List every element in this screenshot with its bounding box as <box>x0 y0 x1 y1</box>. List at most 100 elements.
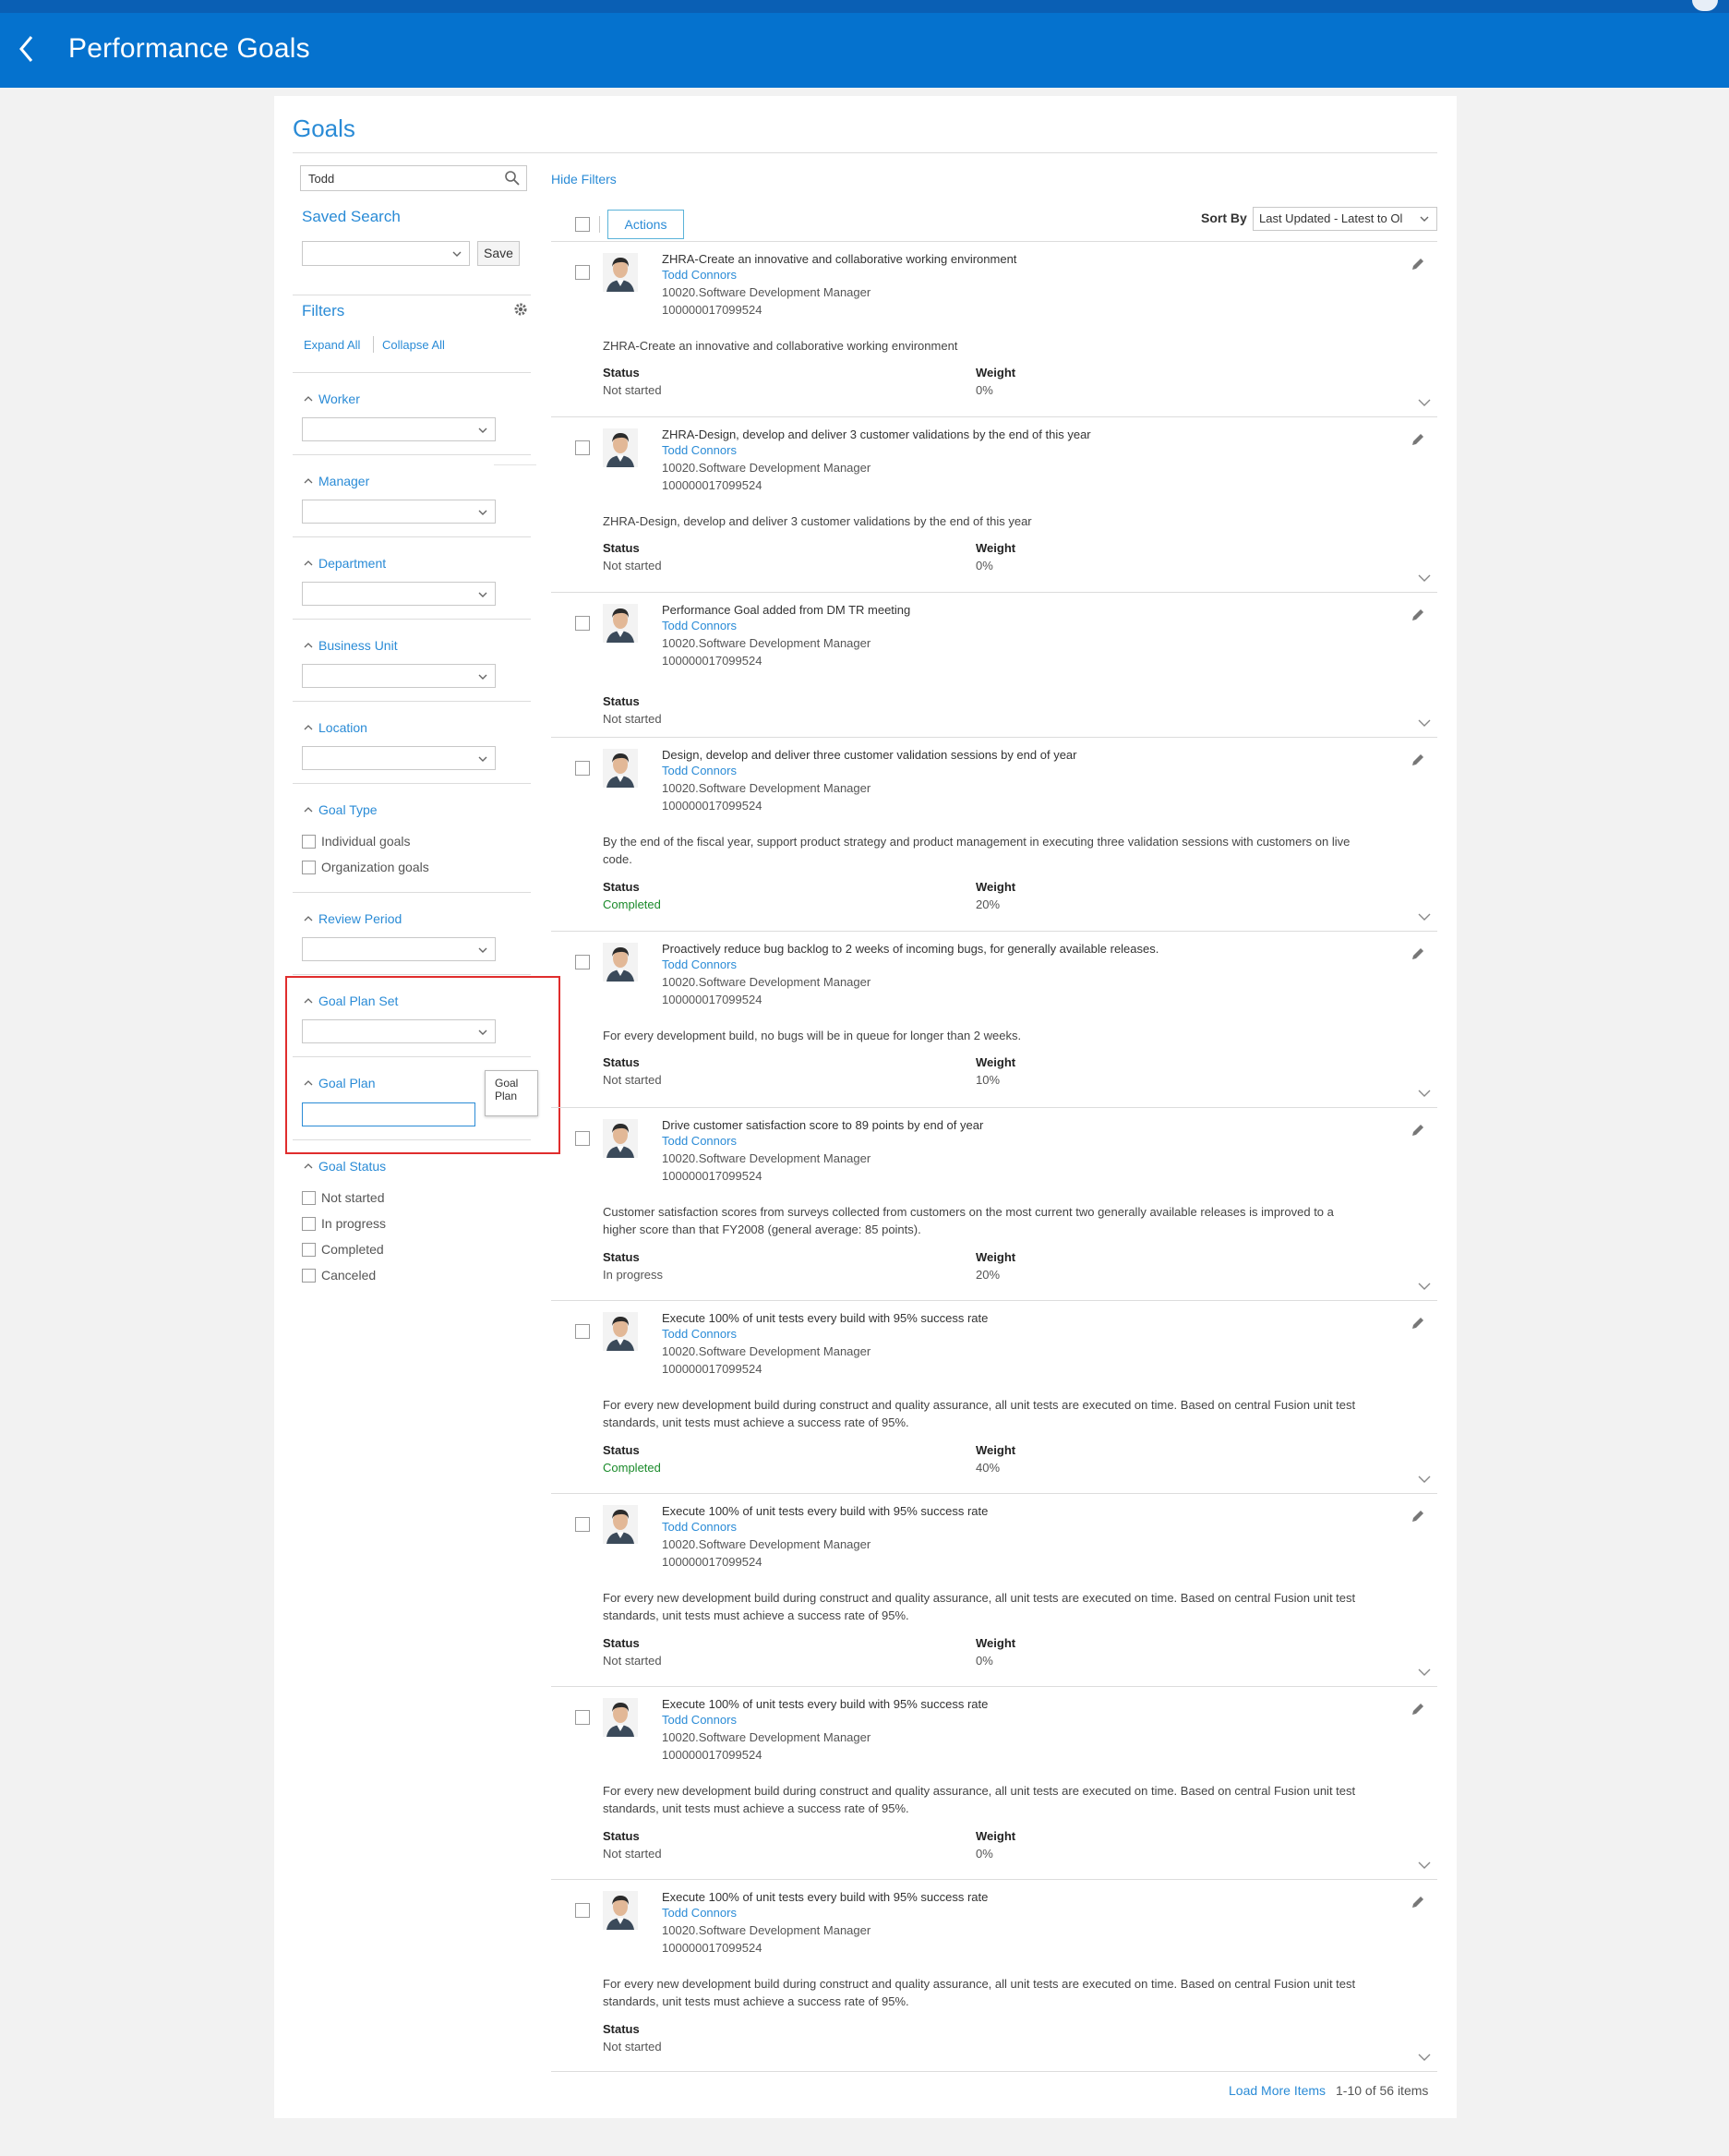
back-arrow-icon[interactable] <box>17 33 39 65</box>
goal-checkbox[interactable] <box>575 1131 590 1146</box>
goal-plan-input[interactable] <box>302 1102 475 1126</box>
goal-type-option[interactable]: Organization goals <box>302 860 429 874</box>
pencil-icon[interactable] <box>1410 431 1426 448</box>
filter-goal-status[interactable]: Goal Status <box>304 1159 386 1174</box>
goal-title: Execute 100% of unit tests every build w… <box>662 1890 989 1904</box>
weight-label: Weight <box>976 1636 1016 1650</box>
filter-goal-type[interactable]: Goal Type <box>304 802 378 817</box>
worker-id: 100000017099524 <box>662 654 762 668</box>
search-icon[interactable] <box>504 170 521 187</box>
worker-link[interactable]: Todd Connors <box>662 619 737 632</box>
avatar <box>603 1891 638 1930</box>
checkbox[interactable] <box>302 1217 316 1231</box>
filter-location[interactable]: Location <box>304 720 367 735</box>
status-label: Status <box>603 1443 640 1457</box>
page-header: Performance Goals <box>0 13 1729 88</box>
avatar <box>603 943 638 982</box>
goal-status-option[interactable]: Not started <box>302 1190 384 1205</box>
department-select[interactable] <box>302 582 496 606</box>
worker-link[interactable]: Todd Connors <box>662 1520 737 1534</box>
save-button[interactable]: Save <box>477 241 520 266</box>
worker-link[interactable]: Todd Connors <box>662 1713 737 1727</box>
chevron-down-icon[interactable] <box>1417 1088 1432 1099</box>
worker-link[interactable]: Todd Connors <box>662 1327 737 1341</box>
checkbox[interactable] <box>302 1191 316 1205</box>
goal-status-option[interactable]: Completed <box>302 1242 384 1257</box>
worker-link[interactable]: Todd Connors <box>662 1134 737 1148</box>
page-title: Performance Goals <box>68 33 310 64</box>
checkbox[interactable] <box>302 861 316 874</box>
goal-checkbox[interactable] <box>575 616 590 631</box>
goal-title: Execute 100% of unit tests every build w… <box>662 1697 989 1711</box>
filter-review-period[interactable]: Review Period <box>304 911 402 926</box>
filter-business-unit[interactable]: Business Unit <box>304 638 398 653</box>
worker-link[interactable]: Todd Connors <box>662 764 737 777</box>
goal-status-option[interactable]: Canceled <box>302 1268 376 1283</box>
search-input[interactable] <box>301 166 495 190</box>
goal-checkbox[interactable] <box>575 1517 590 1532</box>
divider <box>373 336 374 353</box>
pencil-icon[interactable] <box>1410 1315 1426 1331</box>
goal-checkbox[interactable] <box>575 761 590 776</box>
checkbox[interactable] <box>302 1269 316 1283</box>
worker-select[interactable] <box>302 417 496 441</box>
goal-checkbox[interactable] <box>575 265 590 280</box>
saved-search-select[interactable] <box>302 241 470 266</box>
pencil-icon[interactable] <box>1410 607 1426 623</box>
chevron-down-icon[interactable] <box>1417 717 1432 729</box>
worker-link[interactable]: Todd Connors <box>662 958 737 971</box>
chevron-down-icon[interactable] <box>1417 572 1432 584</box>
actions-button[interactable]: Actions <box>607 210 684 239</box>
goal-checkbox[interactable] <box>575 1324 590 1339</box>
chevron-down-icon[interactable] <box>1417 1281 1432 1292</box>
pencil-icon[interactable] <box>1410 752 1426 768</box>
worker-role: 10020.Software Development Manager <box>662 975 871 989</box>
worker-link[interactable]: Todd Connors <box>662 1906 737 1920</box>
goal-checkbox[interactable] <box>575 1710 590 1725</box>
pencil-icon[interactable] <box>1410 1701 1426 1717</box>
pencil-icon[interactable] <box>1410 946 1426 962</box>
filter-goal-plan[interactable]: Goal Plan <box>304 1076 375 1090</box>
filter-manager[interactable]: Manager <box>304 474 369 488</box>
filter-department[interactable]: Department <box>304 556 386 571</box>
manager-select[interactable] <box>302 500 496 524</box>
goal-checkbox[interactable] <box>575 440 590 455</box>
worker-link[interactable]: Todd Connors <box>662 443 737 457</box>
goal-checkbox[interactable] <box>575 1903 590 1918</box>
goal-checkbox[interactable] <box>575 955 590 970</box>
goal-status-option[interactable]: In progress <box>302 1216 386 1231</box>
checkbox[interactable] <box>302 835 316 849</box>
search-box <box>300 165 527 191</box>
chevron-up-icon <box>304 1163 313 1169</box>
checkbox[interactable] <box>302 1243 316 1257</box>
filter-worker[interactable]: Worker <box>304 391 360 406</box>
chevron-down-icon[interactable] <box>1417 1667 1432 1678</box>
filter-goal-plan-set[interactable]: Goal Plan Set <box>304 994 398 1008</box>
select-all-checkbox[interactable] <box>575 217 590 232</box>
load-more-link[interactable]: Load More Items <box>1229 2083 1326 2098</box>
pencil-icon[interactable] <box>1410 1122 1426 1138</box>
user-icon[interactable] <box>1692 0 1718 11</box>
status-label: Status <box>603 1636 640 1650</box>
pencil-icon[interactable] <box>1410 1508 1426 1524</box>
location-select[interactable] <box>302 746 496 770</box>
business-unit-select[interactable] <box>302 664 496 688</box>
sort-by-select[interactable]: Last Updated - Latest to Ol <box>1253 207 1437 231</box>
pencil-icon[interactable] <box>1410 256 1426 272</box>
gear-icon[interactable] <box>512 301 529 318</box>
pencil-icon[interactable] <box>1410 1894 1426 1910</box>
status-label: Status <box>603 2022 640 2036</box>
chevron-down-icon[interactable] <box>1417 2052 1432 2063</box>
chevron-down-icon[interactable] <box>1417 1860 1432 1871</box>
collapse-all-link[interactable]: Collapse All <box>382 338 445 352</box>
divider <box>293 619 531 620</box>
review-period-select[interactable] <box>302 937 496 961</box>
chevron-down-icon[interactable] <box>1417 1474 1432 1485</box>
worker-link[interactable]: Todd Connors <box>662 268 737 282</box>
chevron-down-icon[interactable] <box>1417 397 1432 408</box>
goal-plan-set-select[interactable] <box>302 1019 496 1043</box>
expand-all-link[interactable]: Expand All <box>304 338 360 352</box>
chevron-down-icon[interactable] <box>1417 911 1432 922</box>
goal-type-option[interactable]: Individual goals <box>302 834 411 849</box>
hide-filters-link[interactable]: Hide Filters <box>551 172 617 187</box>
